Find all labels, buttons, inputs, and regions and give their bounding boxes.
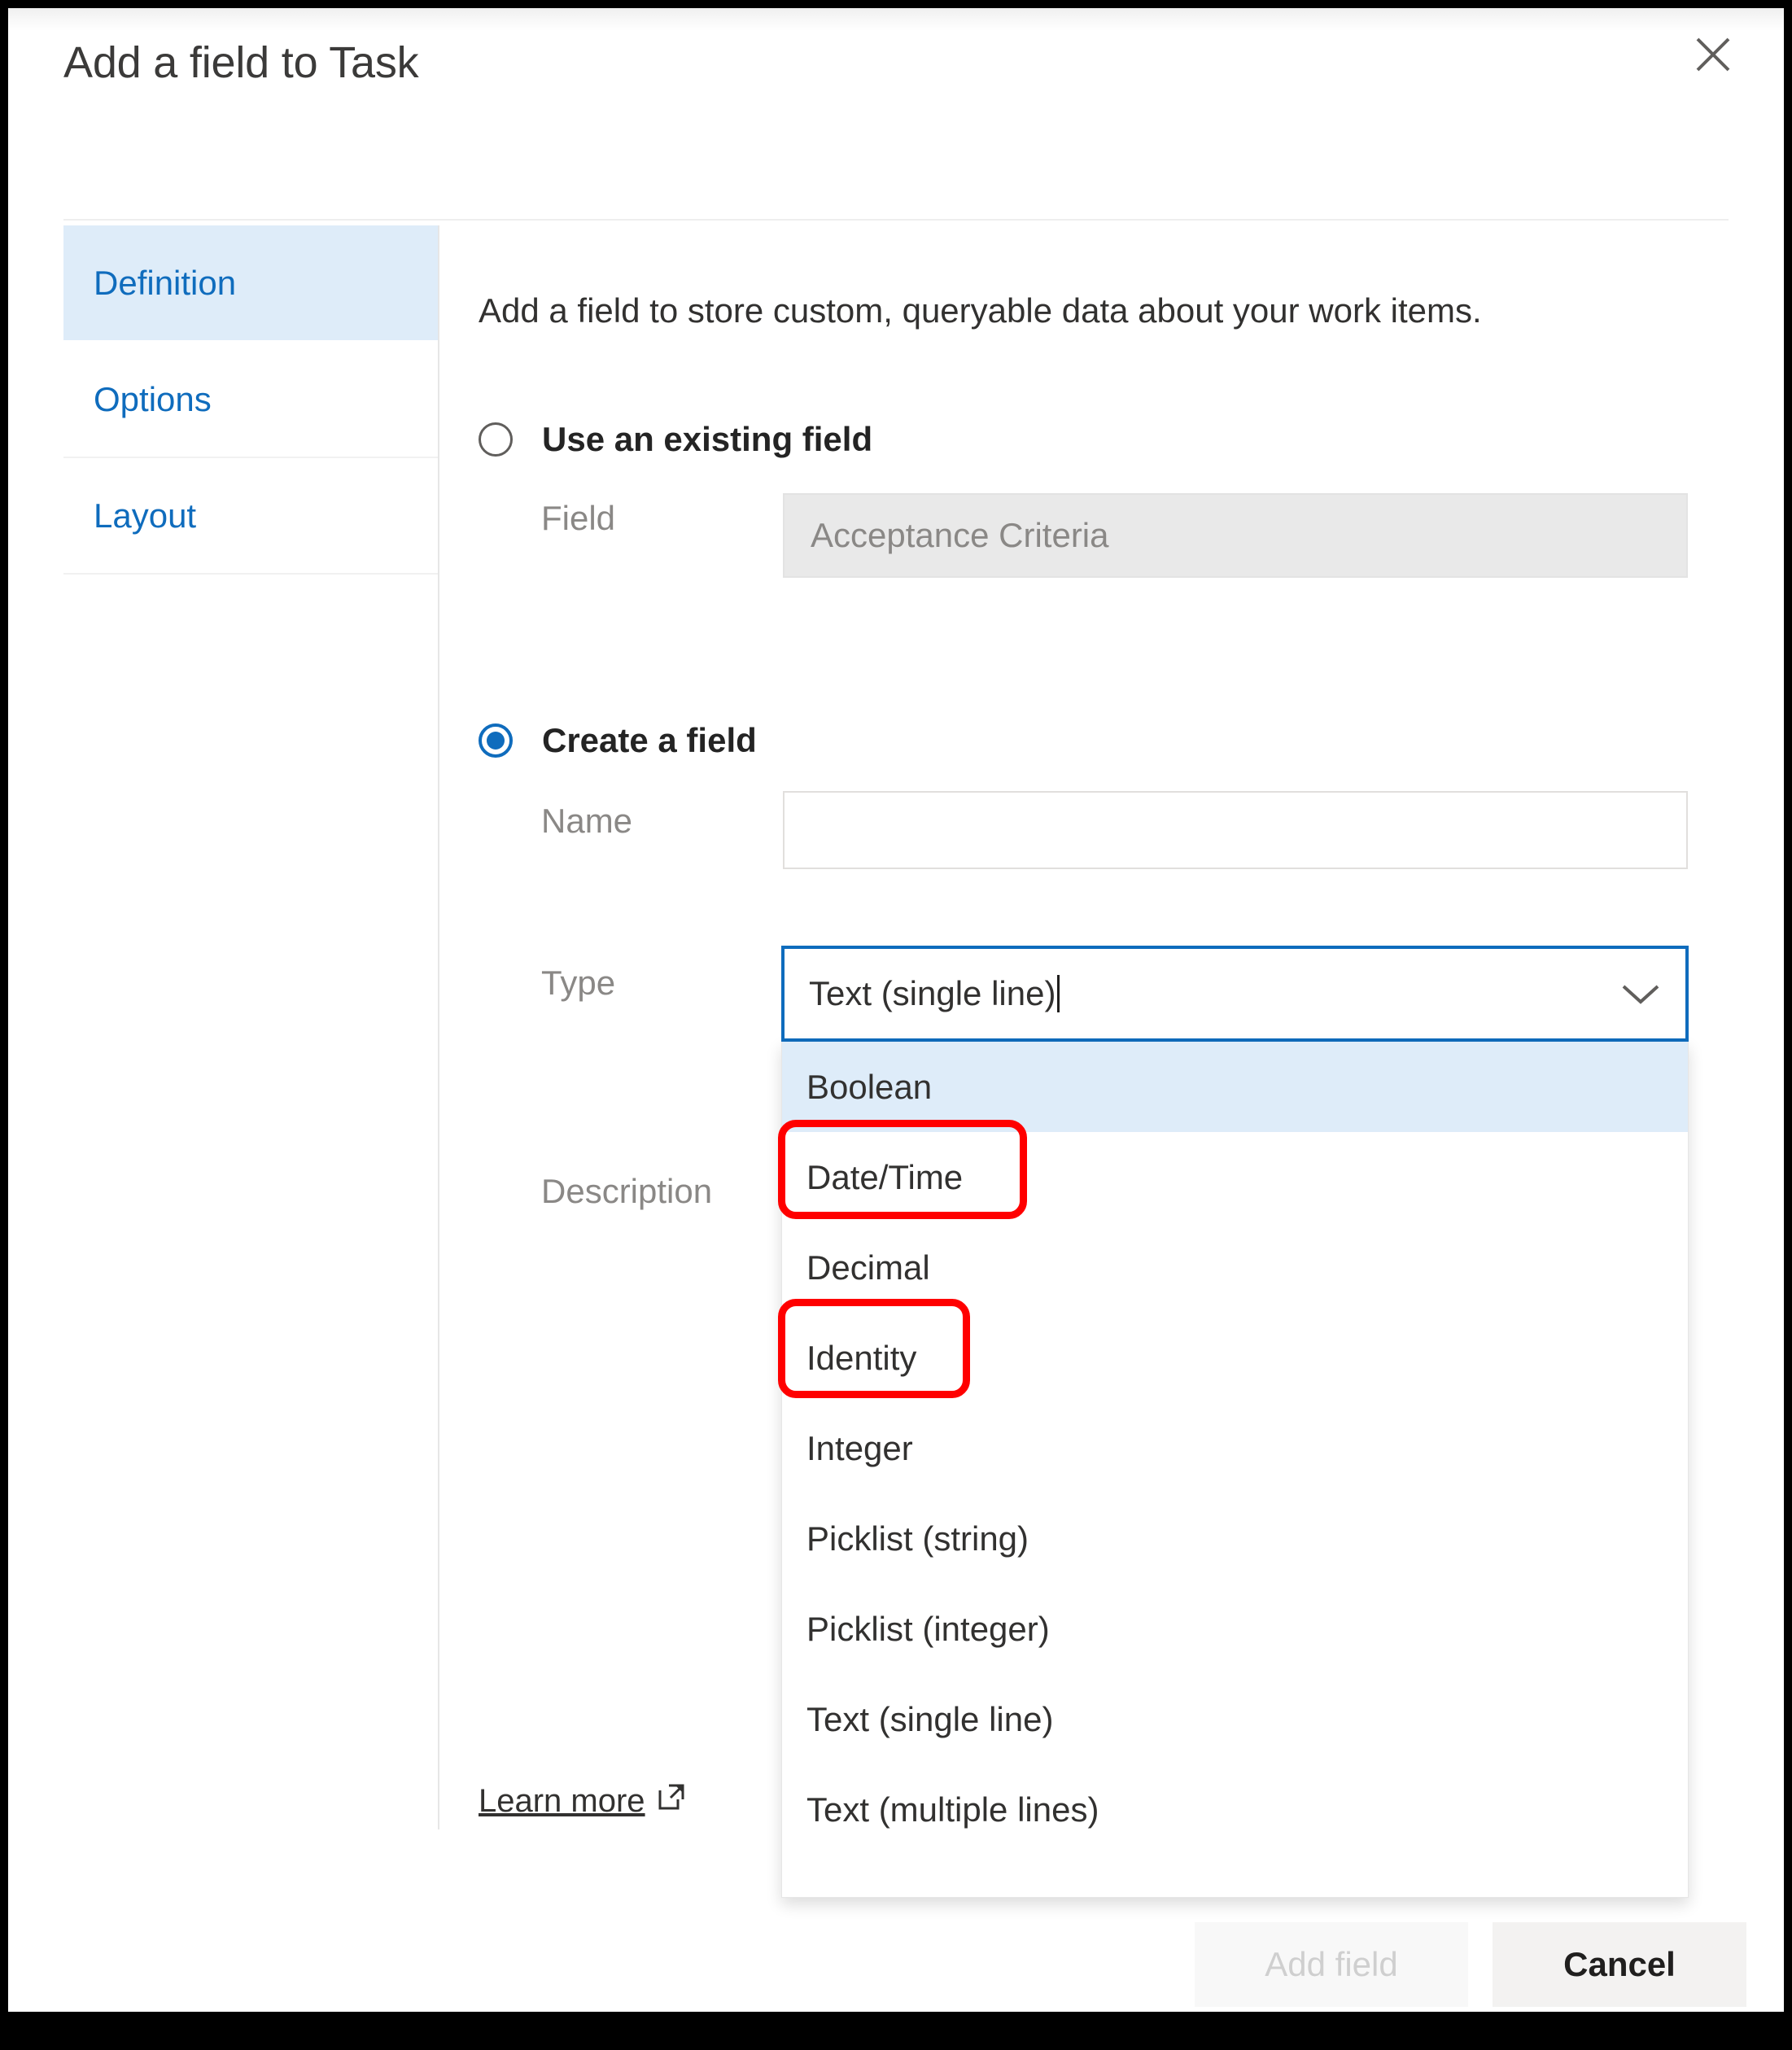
dropdown-option-text-single-line[interactable]: Text (single line) bbox=[782, 1674, 1688, 1764]
dialog-window: Add a field to Task Definition Options L… bbox=[8, 8, 1784, 2012]
chevron-down-icon[interactable] bbox=[1604, 949, 1677, 1038]
sidebar-item-label: Definition bbox=[94, 263, 237, 302]
dropdown-bottom-padding bbox=[782, 1855, 1688, 1897]
name-input[interactable] bbox=[783, 791, 1688, 869]
dropdown-option-text-multiple-lines[interactable]: Text (multiple lines) bbox=[782, 1764, 1688, 1855]
cancel-button[interactable]: Cancel bbox=[1493, 1922, 1746, 2007]
radio-create-field[interactable]: Create a field bbox=[479, 721, 757, 760]
type-combobox[interactable]: Text (single line) bbox=[781, 946, 1689, 1042]
dialog-chrome-gradient bbox=[8, 8, 1784, 31]
name-label: Name bbox=[541, 802, 633, 840]
dropdown-option-label: Text (single line) bbox=[806, 1699, 1054, 1738]
sidebar-item-label: Layout bbox=[94, 496, 197, 535]
dropdown-option-label: Integer bbox=[806, 1428, 913, 1467]
text-cursor bbox=[1057, 975, 1060, 1012]
dropdown-option-picklist-string[interactable]: Picklist (string) bbox=[782, 1493, 1688, 1584]
sidebar-item-layout[interactable]: Layout bbox=[63, 458, 438, 575]
page-title: Add a field to Task bbox=[63, 38, 419, 87]
dropdown-option-label: Picklist (integer) bbox=[806, 1609, 1050, 1648]
radio-label-create-field: Create a field bbox=[542, 721, 757, 759]
dropdown-option-date-time[interactable]: Date/Time bbox=[782, 1132, 1688, 1222]
description-label: Description bbox=[541, 1172, 713, 1210]
dropdown-option-label: Picklist (string) bbox=[806, 1519, 1029, 1558]
dropdown-option-identity[interactable]: Identity bbox=[782, 1313, 1688, 1403]
existing-field-select[interactable]: Acceptance Criteria bbox=[783, 493, 1688, 578]
sidebar-item-label: Options bbox=[94, 379, 212, 418]
cancel-label: Cancel bbox=[1563, 1945, 1676, 1983]
dropdown-option-label: Boolean bbox=[806, 1067, 933, 1106]
type-dropdown-list[interactable]: Boolean Date/Time Decimal Identity Integ… bbox=[781, 1042, 1689, 1898]
dropdown-option-decimal[interactable]: Decimal bbox=[782, 1222, 1688, 1313]
intro-text: Add a field to store custom, queryable d… bbox=[479, 291, 1482, 330]
radio-indicator-use-existing[interactable] bbox=[479, 422, 513, 457]
sidenav-divider bbox=[438, 225, 439, 1829]
existing-field-value: Acceptance Criteria bbox=[811, 516, 1109, 554]
dropdown-option-label: Date/Time bbox=[806, 1157, 964, 1196]
close-icon[interactable] bbox=[1685, 26, 1742, 83]
header-divider bbox=[63, 219, 1729, 221]
learn-more-link[interactable]: Learn more bbox=[479, 1782, 686, 1820]
add-field-button[interactable]: Add field bbox=[1195, 1922, 1468, 2007]
type-label: Type bbox=[541, 964, 616, 1002]
sidebar-item-definition[interactable]: Definition bbox=[63, 225, 438, 342]
learn-more-label: Learn more bbox=[479, 1782, 645, 1819]
field-label: Field bbox=[541, 499, 616, 537]
dropdown-option-boolean[interactable]: Boolean bbox=[782, 1042, 1688, 1132]
dropdown-option-label: Text (multiple lines) bbox=[806, 1790, 1099, 1829]
radio-indicator-create-field[interactable] bbox=[479, 723, 513, 758]
sidebar-item-options[interactable]: Options bbox=[63, 342, 438, 458]
dialog-sidenav: Definition Options Layout bbox=[63, 225, 438, 575]
dropdown-option-integer[interactable]: Integer bbox=[782, 1403, 1688, 1493]
type-combobox-value: Text (single line) bbox=[809, 974, 1056, 1012]
add-field-label: Add field bbox=[1265, 1945, 1398, 1983]
radio-label-use-existing: Use an existing field bbox=[542, 420, 873, 458]
dropdown-option-label: Decimal bbox=[806, 1248, 930, 1287]
radio-use-existing-field[interactable]: Use an existing field bbox=[479, 420, 872, 459]
external-link-icon bbox=[657, 1782, 686, 1820]
dropdown-option-picklist-integer[interactable]: Picklist (integer) bbox=[782, 1584, 1688, 1674]
dropdown-option-label: Identity bbox=[806, 1338, 917, 1377]
